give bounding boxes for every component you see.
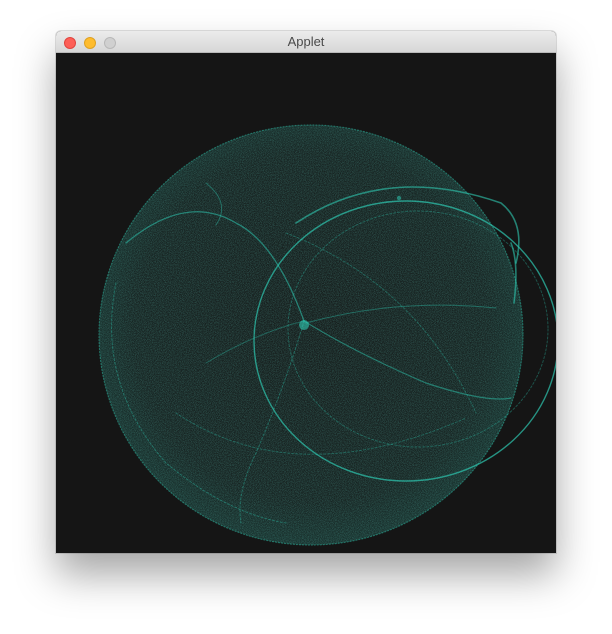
focal-spot xyxy=(299,320,309,330)
small-node xyxy=(396,195,402,201)
applet-canvas[interactable] xyxy=(56,53,556,553)
attractor-drawing xyxy=(98,124,556,546)
attractor-disc-tint xyxy=(99,125,523,545)
window-title: Applet xyxy=(287,34,325,49)
title-bar[interactable]: Applet xyxy=(56,31,556,53)
applet-window: Applet xyxy=(56,31,556,553)
